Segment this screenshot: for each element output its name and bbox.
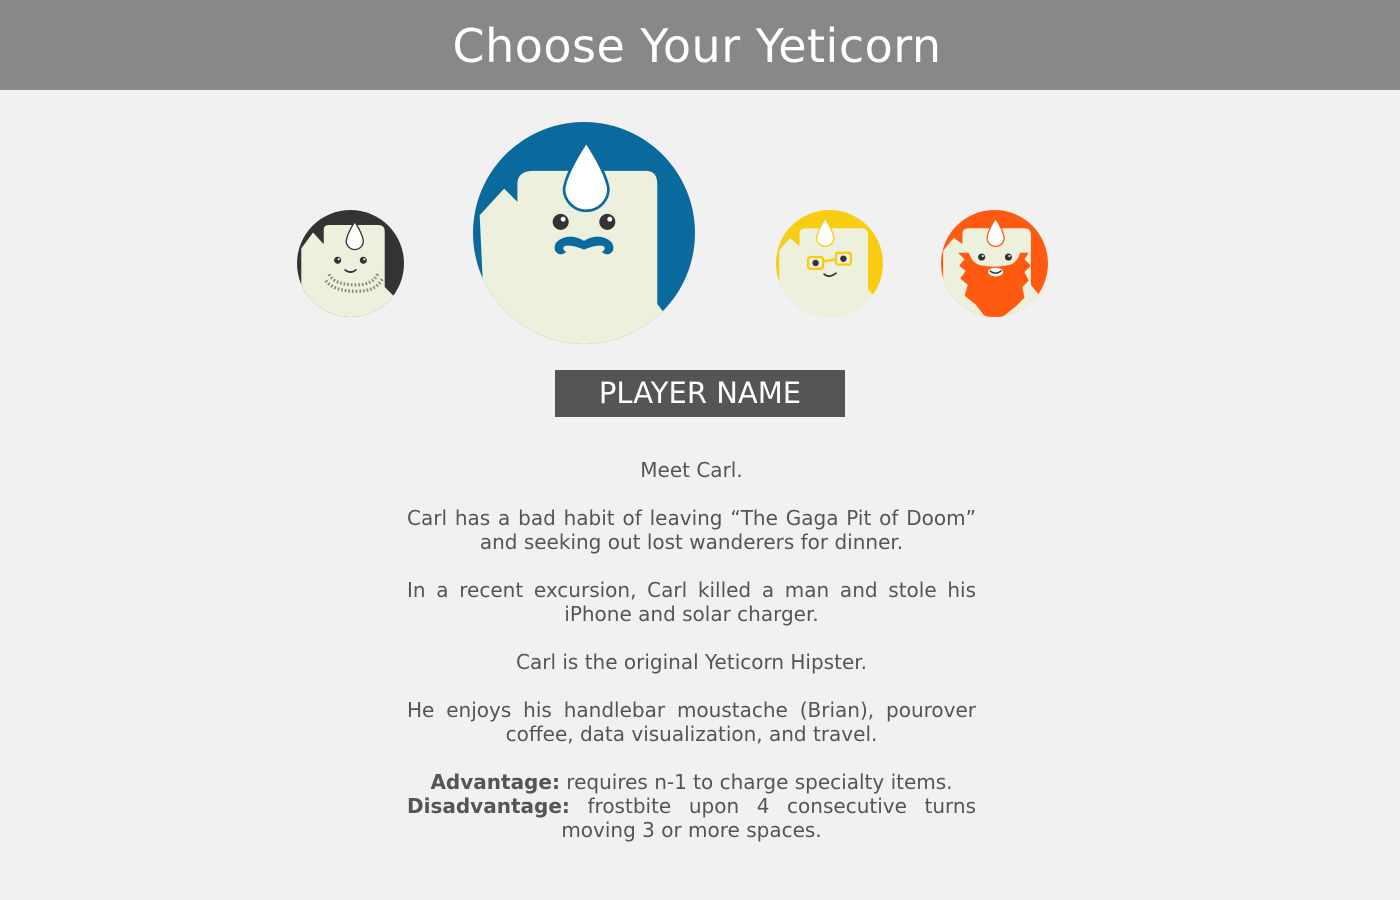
yeticorn-red-beard-icon [941,210,1048,317]
disadvantage-text: frostbite upon 4 consecutive turns movin… [561,794,976,842]
bio-paragraph: He enjoys his handlebar moustache (Brian… [407,698,976,746]
yeticorn-glasses-icon [776,210,883,317]
yeticorn-moustache-icon [473,122,695,344]
bio-paragraph: In a recent excursion, Carl killed a man… [407,578,976,626]
disadvantage-label: Disadvantage: [407,794,570,818]
character-avatar-red-beard[interactable] [941,210,1048,317]
character-avatar-glasses[interactable] [776,210,883,317]
character-bio: Meet Carl. Carl has a bad habit of leavi… [407,458,976,842]
bio-paragraph: Carl is the original Yeticorn Hipster. [516,650,867,674]
yeticorn-stubble-icon [297,210,404,317]
page-title: Choose Your Yeticorn [452,19,942,73]
title-bar: Choose Your Yeticorn [0,0,1400,90]
bio-paragraph: Carl has a bad habit of leaving “The Gag… [407,506,976,554]
character-avatar-moustache-selected[interactable] [473,122,695,344]
bio-stats: Advantage: requires n-1 to charge specia… [407,770,976,842]
advantage-text: requires n-1 to charge specialty items. [559,770,953,794]
advantage-label: Advantage: [430,770,560,794]
player-name-input[interactable] [555,370,845,417]
bio-intro: Meet Carl. [640,458,743,482]
character-avatar-stubble[interactable] [297,210,404,317]
